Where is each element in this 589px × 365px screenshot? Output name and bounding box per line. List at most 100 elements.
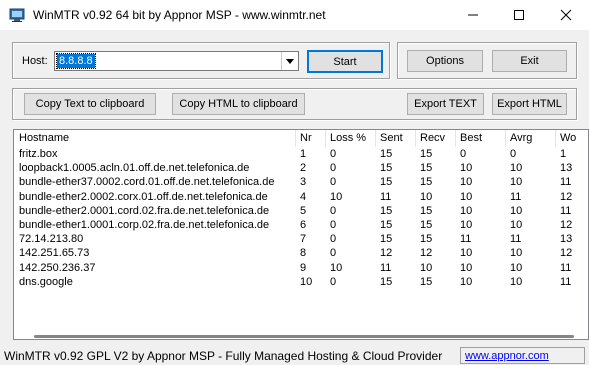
cell-recv: 15 [420,218,433,231]
cell-avrg: 10 [510,204,523,217]
cell-recv: 10 [420,190,433,203]
table-row[interactable]: bundle-ether37.0002.cord.01.off.de.net.t… [14,175,588,189]
cell-avrg: 10 [510,162,523,175]
exit-button[interactable]: Exit [492,50,567,72]
cell-worst: 1 [560,148,567,160]
cell-avrg: 10 [510,275,523,288]
cell-best: 10 [460,218,473,231]
cell-hostname: loopback1.0005.acln.01.off.de.net.telefo… [19,162,250,175]
maximize-icon [514,10,524,20]
combo-dropdown-button[interactable] [281,52,298,70]
cell-nr: 8 [300,247,307,260]
export-text-button[interactable]: Export TEXT [407,93,484,115]
cell-recv: 12 [420,247,433,260]
table-row[interactable]: 142.250.236.37 9 10 11 10 10 10 11 [14,261,588,275]
cell-hostname: 142.250.236.37 [19,261,96,274]
cell-sent: 15 [380,162,393,175]
cell-sent: 15 [380,148,393,160]
minimize-icon [468,14,478,16]
cell-nr: 4 [300,190,307,203]
appnor-link[interactable]: www.appnor.com [465,350,549,362]
cell-sent: 15 [380,218,393,231]
column-header-avrg[interactable]: Avrg [506,130,556,147]
window-title: WinMTR v0.92 64 bit by Appnor MSP - www.… [33,8,326,22]
cell-sent: 11 [380,261,392,274]
start-button[interactable]: Start [307,50,383,73]
cell-recv: 15 [420,148,433,160]
cell-avrg: 0 [510,148,517,160]
cell-best: 10 [460,162,473,175]
cell-nr: 6 [300,218,307,231]
close-icon [560,9,572,21]
table-row[interactable]: 72.14.213.80 7 0 15 15 11 11 13 [14,232,588,246]
cell-worst: 13 [560,233,573,246]
column-header-worst[interactable]: Wo [556,130,588,147]
cell-best: 0 [460,148,467,160]
cell-hostname: 72.14.213.80 [19,233,84,246]
cell-worst: 11 [560,275,572,288]
cell-avrg: 11 [510,190,522,203]
options-button[interactable]: Options [407,50,483,72]
column-header-best[interactable]: Best [456,130,506,147]
cell-nr: 2 [300,162,307,175]
scrollbar-thumb[interactable] [34,335,574,338]
cell-recv: 15 [420,233,433,246]
cell-nr: 9 [300,261,307,274]
cell-worst: 13 [560,162,573,175]
table-row[interactable]: fritz.box 1 0 15 15 0 0 1 [14,147,588,161]
cell-loss: 0 [330,176,337,189]
results-table[interactable]: Hostname Nr Loss % Sent Recv Best Avrg Wo fritz… [13,129,589,340]
host-combo[interactable]: 8.8.8.8 [54,51,299,71]
cell-loss: 0 [330,275,337,288]
minimize-button[interactable] [450,0,496,30]
export-html-button[interactable]: Export HTML [492,93,567,115]
status-link-panel: www.appnor.com [460,347,585,364]
horizontal-scrollbar[interactable] [14,332,588,339]
cell-best: 10 [460,204,473,217]
cell-worst: 12 [560,218,573,231]
cell-nr: 5 [300,204,307,217]
host-label: Host: [22,55,48,67]
column-header-sent[interactable]: Sent [376,130,416,147]
maximize-button[interactable] [496,0,542,30]
table-row[interactable]: loopback1.0005.acln.01.off.de.net.telefo… [14,161,588,175]
host-input[interactable]: 8.8.8.8 [56,53,96,69]
cell-best: 11 [460,233,472,246]
cell-loss: 0 [330,204,337,217]
cell-loss: 10 [330,190,343,203]
cell-worst: 11 [560,204,572,217]
cell-avrg: 11 [510,233,522,246]
cell-sent: 15 [380,204,393,217]
table-row[interactable]: bundle-ether2.0002.corx.01.off.de.net.te… [14,190,588,204]
column-header-recv[interactable]: Recv [416,130,456,147]
table-row[interactable]: bundle-ether2.0001.cord.02.fra.de.net.te… [14,204,588,218]
cell-avrg: 10 [510,247,523,260]
cell-loss: 0 [330,218,337,231]
cell-loss: 10 [330,261,343,274]
chevron-down-icon [286,58,294,64]
table-row[interactable]: dns.google 10 0 15 15 10 10 11 [14,275,588,289]
column-header-loss[interactable]: Loss % [326,130,376,147]
cell-sent: 12 [380,247,393,260]
cell-recv: 15 [420,275,433,288]
copy-text-button[interactable]: Copy Text to clipboard [24,93,156,115]
table-row[interactable]: 142.251.65.73 8 0 12 12 10 10 12 [14,246,588,260]
column-header-nr[interactable]: Nr [296,130,326,147]
cell-nr: 10 [300,275,313,288]
cell-avrg: 10 [510,261,523,274]
close-button[interactable] [543,0,589,30]
cell-recv: 10 [420,261,433,274]
cell-loss: 0 [330,148,337,160]
cell-avrg: 10 [510,176,523,189]
copy-html-button[interactable]: Copy HTML to clipboard [172,93,305,115]
column-header-hostname[interactable]: Hostname [15,130,296,147]
cell-worst: 12 [560,190,573,203]
cell-loss: 0 [330,233,337,246]
cell-best: 10 [460,275,473,288]
cell-recv: 15 [420,162,433,175]
cell-worst: 11 [560,176,572,189]
table-row[interactable]: bundle-ether1.0001.corp.02.fra.de.net.te… [14,218,588,232]
cell-loss: 0 [330,162,337,175]
title-bar: WinMTR v0.92 64 bit by Appnor MSP - www.… [0,0,589,30]
cell-loss: 0 [330,247,337,260]
